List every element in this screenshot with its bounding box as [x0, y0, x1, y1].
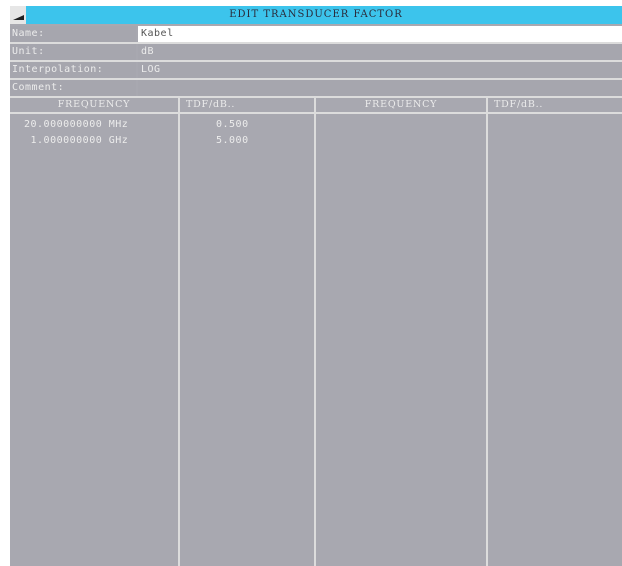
column-header-tdf-2: TDF/dB.. [494, 99, 544, 110]
interpolation-field[interactable]: LOG [138, 62, 622, 78]
table-cell-tdf[interactable]: 5.000 [216, 134, 249, 148]
column-divider [486, 98, 488, 566]
unit-row: Unit: dB [10, 44, 622, 60]
unit-label: Unit: [10, 44, 136, 60]
unit-field[interactable]: dB [138, 44, 622, 60]
column-header-frequency-2: FREQUENCY [364, 99, 438, 110]
transducer-table: FREQUENCY TDF/dB.. FREQUENCY TDF/dB.. 20… [10, 98, 622, 566]
header-divider [10, 112, 622, 114]
name-field[interactable]: Kabel [138, 26, 622, 42]
table-cell-frequency[interactable]: 1.000000000 GHz [24, 134, 128, 148]
interpolation-label: Interpolation: [10, 62, 136, 78]
title-bar: EDIT TRANSDUCER FACTOR [10, 6, 622, 24]
name-row: Name: Kabel [10, 26, 622, 42]
table-cell-frequency[interactable]: 20.000000000 MHz [24, 118, 128, 132]
comment-label: Comment: [10, 80, 136, 96]
comment-row: Comment: [10, 80, 622, 96]
name-label: Name: [10, 26, 136, 42]
table-cell-tdf[interactable]: 0.500 [216, 118, 249, 132]
dialog-title: EDIT TRANSDUCER FACTOR [229, 9, 403, 20]
column-header-tdf-1: TDF/dB.. [186, 99, 236, 110]
transducer-editor-screen: EDIT TRANSDUCER FACTOR Name: Kabel Unit:… [10, 6, 622, 566]
comment-field[interactable] [138, 80, 622, 96]
column-divider [178, 98, 180, 566]
column-divider [314, 98, 316, 566]
column-header-frequency-1: FREQUENCY [57, 99, 131, 110]
interpolation-row: Interpolation: LOG [10, 62, 622, 78]
